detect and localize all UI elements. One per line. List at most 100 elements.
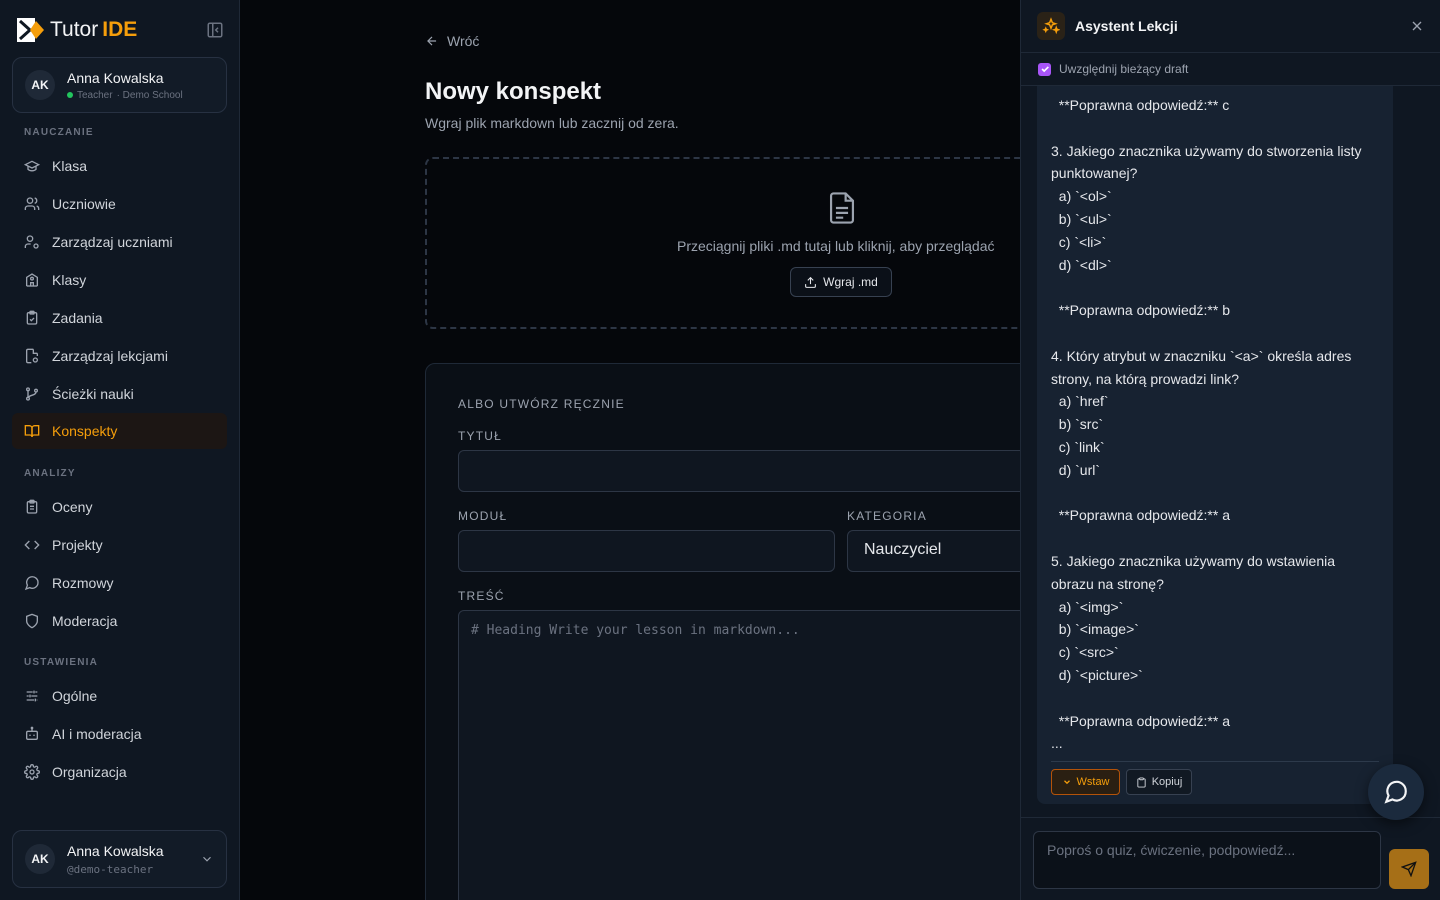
message-line: [1051, 276, 1381, 299]
sidebar-item-projekty[interactable]: Projekty: [12, 527, 227, 563]
markdown-dropzone[interactable]: Przeciągnij pliki .md tutaj lub kliknij,…: [425, 157, 1045, 329]
manual-create-form: ALBO UTWÓRZ RĘCZNIE TYTUŁ MODUŁ KATEGORI…: [425, 363, 1067, 900]
message-line: **Poprawna odpowiedź:** c: [1051, 97, 1230, 113]
content-textarea[interactable]: # Heading Write your lesson in markdown.…: [458, 610, 1058, 900]
gear-icon: [24, 764, 40, 780]
logo-row: Tutor IDE: [16, 16, 224, 44]
main-content: Wróć Nowy konspekt Wgraj plik markdown l…: [240, 0, 1067, 900]
message-line: strony, na którą prowadzi link?: [1051, 370, 1240, 387]
message-line: obrazu na stronę?: [1051, 575, 1164, 592]
assistant-logo: [1037, 12, 1065, 40]
logo-mark-icon: [17, 18, 44, 42]
assistant-header: Asystent Lekcji: [1021, 0, 1440, 53]
sidebar-item-uczniowie[interactable]: Uczniowie: [12, 186, 227, 222]
upload-md-label: Wgraj .md: [823, 275, 878, 289]
message-line: d) `url`: [1051, 461, 1100, 478]
include-draft-label: Uwzględnij bieżący draft: [1059, 62, 1189, 76]
sidebar-item-moderacja[interactable]: Moderacja: [12, 603, 227, 639]
title-input[interactable]: [458, 450, 1058, 492]
upload-icon: [805, 276, 817, 288]
avatar: AK: [25, 70, 55, 100]
file-cog-icon: [26, 348, 38, 364]
file-text-icon: [829, 192, 855, 224]
brand-logo[interactable]: Tutor IDE: [16, 17, 137, 43]
message-line: c) `<li>`: [1051, 233, 1107, 250]
assistant-composer: [1021, 817, 1440, 900]
message-line: **Poprawna odpowiedź:** a: [1051, 712, 1231, 729]
clipboard-check-icon: [26, 310, 38, 325]
content-placeholder: # Heading Write your lesson in markdown.…: [471, 623, 800, 638]
sidebar-item-label: AI i moderacja: [52, 726, 142, 742]
sidebar-item-label: Klasa: [52, 158, 88, 174]
message-line: [1051, 527, 1381, 550]
message-line: b) `<image>`: [1051, 621, 1139, 638]
brand-name: Tutor: [50, 18, 99, 41]
sidebar-item-oceny[interactable]: Oceny: [12, 489, 227, 525]
online-status-dot: [67, 92, 73, 98]
assistant-title: Asystent Lekcji: [1075, 18, 1178, 34]
copy-button[interactable]: Kopiuj: [1126, 769, 1192, 795]
sidebar-item-general[interactable]: Ogólne: [12, 678, 227, 714]
sidebar-item-manage-lessons[interactable]: Zarządzaj lekcjami: [12, 338, 227, 374]
manual-section-label: ALBO UTWÓRZ RĘCZNIE: [458, 397, 625, 411]
message-line: 3. Jakiego znacznika używamy do stworzen…: [1051, 142, 1362, 159]
module-input[interactable]: [458, 530, 835, 572]
user-handle: @demo-teacher: [67, 862, 154, 876]
sidebar-item-klasa[interactable]: Klasa: [12, 148, 227, 184]
message-line: a) `<ol>`: [1051, 188, 1112, 205]
school-icon: [26, 273, 38, 287]
sidebar-item-label: Ścieżki nauki: [52, 386, 134, 402]
sidebar-item-label: Oceny: [52, 499, 93, 515]
message-line: d) `<dl>`: [1051, 256, 1112, 273]
shield-icon: [26, 613, 38, 629]
book-open-icon: [24, 425, 40, 438]
section-label-teaching: NAUCZANIE: [24, 127, 94, 138]
copy-label: Kopiuj: [1151, 776, 1183, 788]
sidebar-item-label: Organizacja: [52, 764, 127, 780]
sidebar-collapse-icon[interactable]: [206, 21, 224, 39]
sidebar-item-konspekty[interactable]: Konspekty: [12, 413, 227, 449]
sidebar: Tutor IDE AK Anna Kowalska Teacher · Demo…: [0, 0, 240, 900]
upload-md-button[interactable]: Wgraj .md: [790, 267, 892, 297]
module-label: MODUŁ: [458, 509, 508, 523]
close-icon[interactable]: [1409, 18, 1425, 34]
sidebar-item-learning-paths[interactable]: Ścieżki nauki: [12, 376, 227, 412]
chat-fab-button[interactable]: [1368, 764, 1424, 820]
message-circle-icon: [1384, 780, 1407, 804]
sidebar-item-organization[interactable]: Organizacja: [12, 754, 227, 790]
user-card-top[interactable]: AK Anna Kowalska Teacher · Demo School: [12, 57, 227, 113]
include-draft-toggle[interactable]: Uwzględnij bieżący draft: [1021, 53, 1440, 86]
assistant-message: **Poprawna odpowiedź:** c 3. Jakiego znac…: [1037, 86, 1393, 804]
send-button[interactable]: [1389, 849, 1429, 889]
message-line: b) `src`: [1051, 416, 1104, 433]
message-line: a) `<img>`: [1051, 598, 1124, 615]
back-label: Wróć: [447, 33, 480, 49]
clipboard-icon: [1137, 776, 1146, 788]
sidebar-item-manage-students[interactable]: Zarządzaj uczniami: [12, 224, 227, 260]
section-label-settings: USTAWIENIA: [24, 657, 99, 668]
back-link[interactable]: Wróć: [425, 33, 479, 49]
sidebar-item-label: Ogólne: [52, 688, 98, 704]
user-menu[interactable]: AK Anna Kowalska @demo-teacher: [12, 830, 227, 888]
sidebar-item-rozmowy[interactable]: Rozmowy: [12, 565, 227, 601]
message-line: d) `<picture>`: [1051, 666, 1143, 683]
sidebar-item-zadania[interactable]: Zadania: [12, 300, 227, 336]
insert-button[interactable]: Wstaw: [1051, 769, 1120, 795]
sparkles-icon: [1042, 17, 1060, 35]
category-value: Nauczyciel: [864, 541, 942, 558]
sidebar-item-ai-moderation[interactable]: AI i moderacja: [12, 716, 227, 752]
include-draft-checkbox[interactable]: [1038, 62, 1051, 76]
user-name: Anna Kowalska: [67, 842, 164, 859]
message-line: c) `link`: [1051, 438, 1105, 455]
sidebar-item-label: Rozmowy: [52, 575, 114, 591]
check-icon: [1040, 66, 1049, 73]
message-line: ...: [1051, 735, 1063, 752]
page-subtitle: Wgraj plik markdown lub zacznij od zera.: [425, 115, 679, 131]
message-line: a) `href`: [1051, 393, 1109, 410]
message-line: 5. Jakiego znacznika używamy do wstawien…: [1051, 552, 1336, 569]
sidebar-item-klasy[interactable]: Klasy: [12, 262, 227, 298]
user-role: Teacher: [77, 89, 113, 101]
assistant-prompt-input[interactable]: [1033, 831, 1381, 889]
assistant-message-body: **Poprawna odpowiedź:** c 3. Jakiego znac…: [1051, 94, 1381, 755]
message-circle-icon: [24, 576, 39, 591]
